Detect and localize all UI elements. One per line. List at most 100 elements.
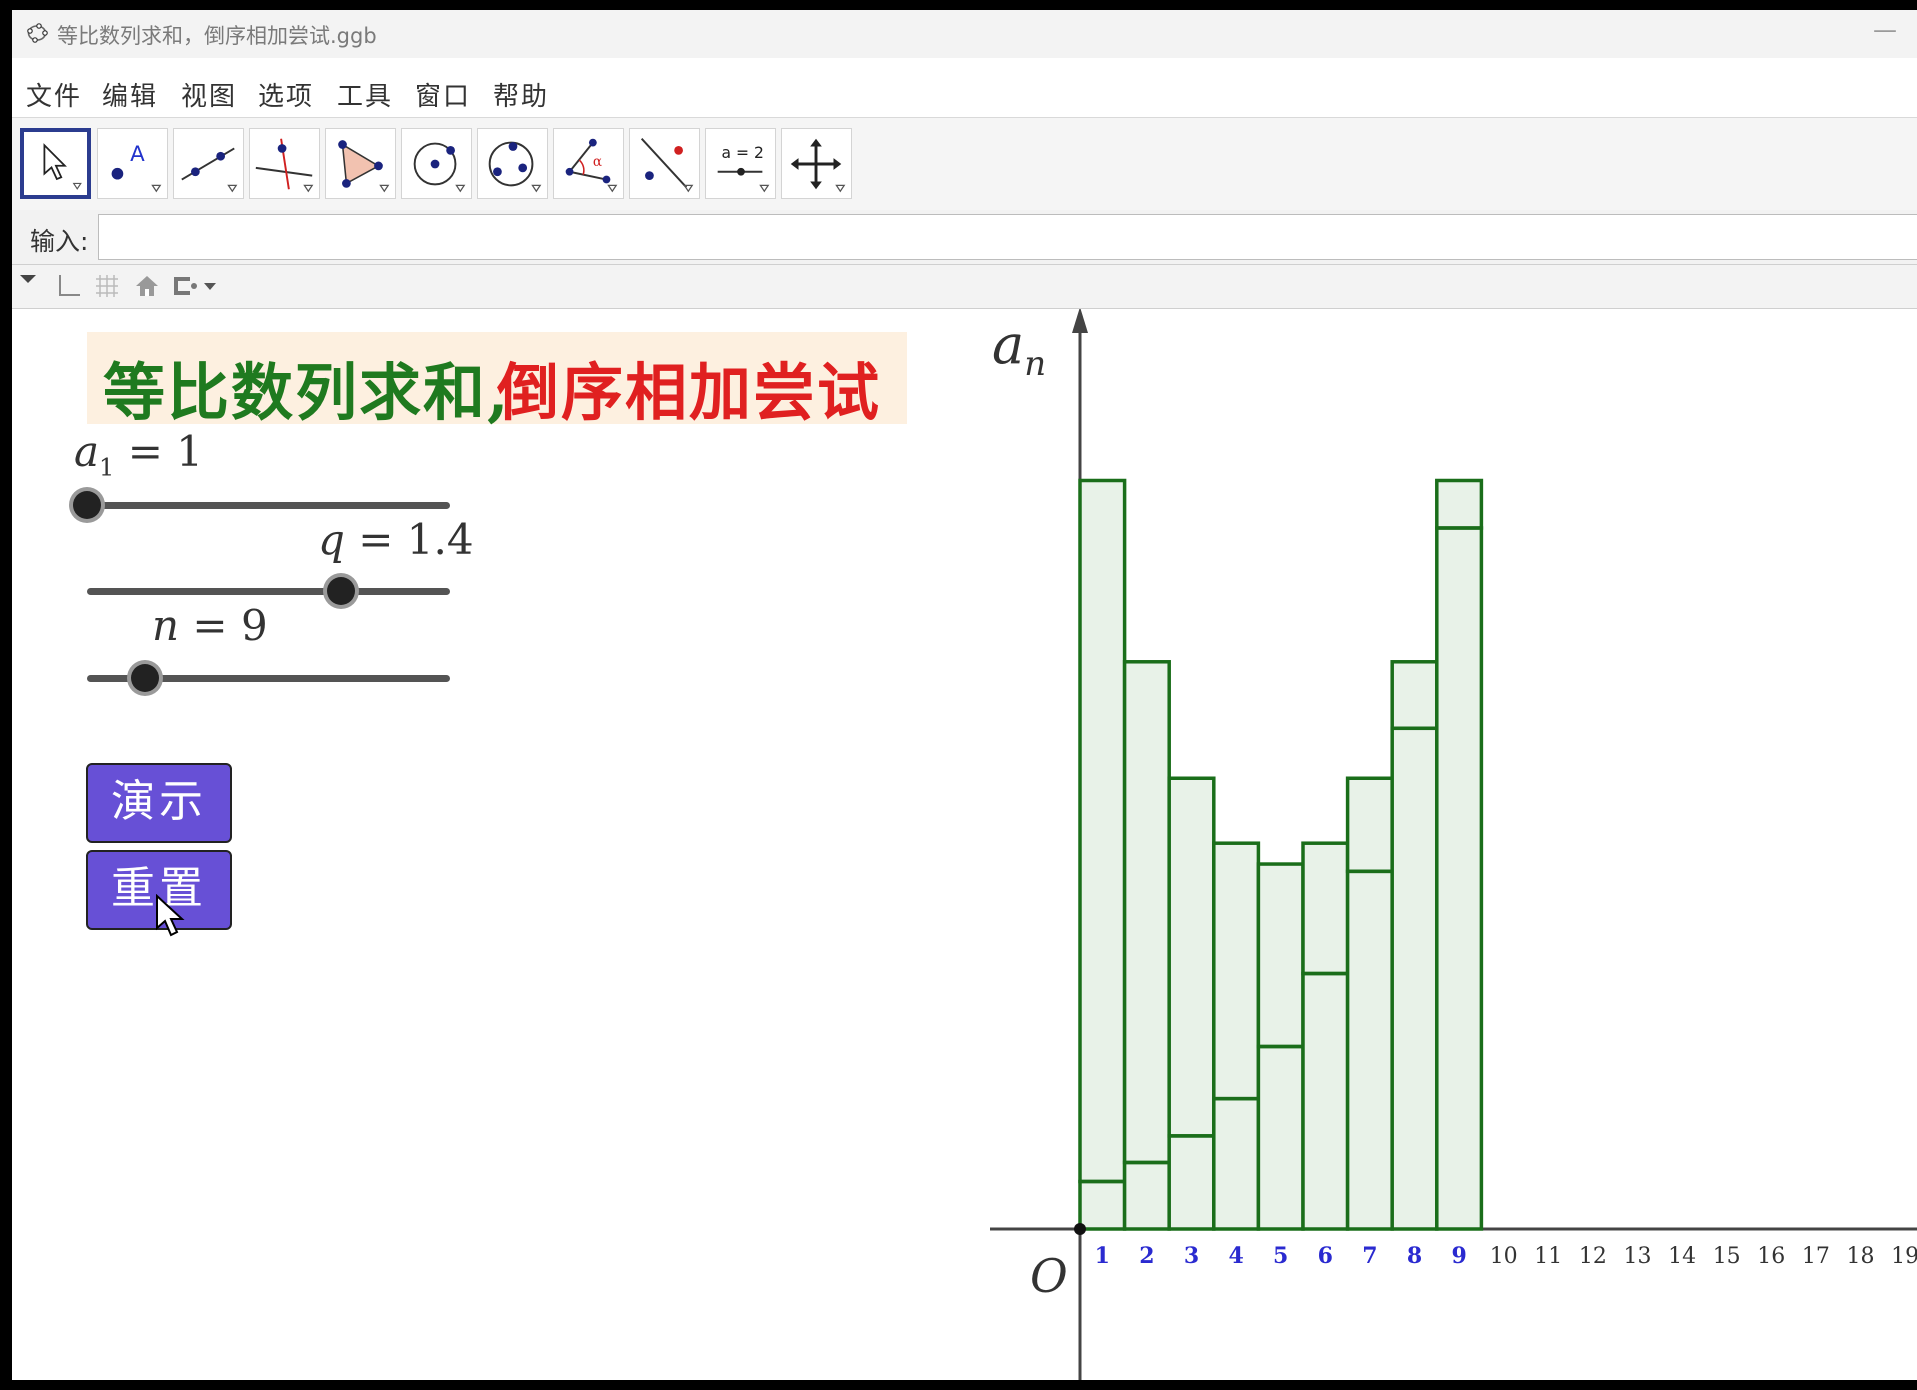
bar-forward [1256,1044,1305,1231]
bar-forward [1167,1134,1216,1231]
x-tick-label: 1 [1095,1243,1110,1269]
conic-icon [488,141,542,193]
x-tick-label: 19 [1891,1244,1917,1269]
menu-options[interactable]: 选项 [258,76,314,113]
bar-reverse [1078,478,1127,1184]
grid-toggle-icon[interactable] [92,271,122,301]
x-tick-label: 7 [1362,1243,1377,1269]
point-capture-icon[interactable] [170,273,226,299]
x-tick-label: 5 [1273,1243,1288,1269]
demo-button[interactable]: 演示 [86,763,232,843]
column-fill [1080,480,1125,1229]
axes-toggle-icon[interactable] [52,271,82,301]
column-fill [1258,864,1303,1229]
menu-window[interactable]: 窗口 [415,76,471,113]
arrow-cursor-icon [43,143,82,190]
bar-forward [1078,1179,1127,1231]
bar-forward [1345,869,1394,1231]
bar-reverse [1301,841,1350,976]
app-window: 等比数列求和，倒序相加尝试.ggb — 文件 编辑 视图 选项 工具 窗口 帮助… [12,10,1917,1380]
column-fill [1169,778,1214,1229]
slider-tool-label: a = 2 [722,144,764,162]
title-bar: 等比数列求和，倒序相加尝试.ggb — [12,10,1917,58]
column-fill [1303,843,1348,1229]
perpendicular-tool[interactable] [249,128,320,199]
bar-reverse [1122,660,1171,1165]
geogebra-icon [27,23,48,43]
menu-file[interactable]: 文件 [26,76,82,113]
banner-title-part1: 等比数列求和, [103,356,511,429]
move-arrows-icon [790,138,846,193]
bar-forward [1212,1096,1261,1231]
chart-area: 1 2 3 4 5 6 7 8 9 10 11 12 13 14 15 16 17 18 19 [990,309,1917,1380]
home-icon[interactable] [132,271,162,301]
x-tick-label: 6 [1318,1243,1333,1269]
line-tool[interactable] [173,128,244,199]
polygon-tool[interactable] [325,128,396,199]
x-tick-label: 10 [1490,1244,1518,1269]
bar-forward [1301,971,1350,1231]
x-tick-label: 12 [1579,1244,1607,1269]
menu-bar: 文件 编辑 视图 选项 工具 窗口 帮助 [12,58,1917,116]
slider-a1-knob[interactable] [73,491,101,519]
column-fill [1124,661,1170,1229]
column-fill [1436,480,1482,1229]
window-title: 等比数列求和，倒序相加尝试.ggb [57,24,377,48]
move-graphics-tool[interactable] [781,128,852,199]
conic-tool[interactable] [477,128,548,199]
bar-reverse [1435,478,1484,530]
slider-icon: a = 2 [717,144,770,193]
x-tick-label: 9 [1451,1243,1466,1269]
svg-text:A: A [130,142,145,167]
x-tick-label: 17 [1802,1244,1830,1269]
x-tick-label: 15 [1713,1244,1741,1269]
input-label: 输入: [30,227,89,256]
input-bar: 输入: [12,210,1917,265]
point-tool[interactable]: A [97,128,168,199]
circle-tool[interactable] [401,128,472,199]
x-tick-label: 16 [1757,1244,1785,1269]
x-tick-label: 14 [1668,1244,1696,1269]
x-tick-label: 2 [1139,1243,1154,1269]
slider-a1-track[interactable] [87,502,450,509]
menu-tools[interactable]: 工具 [337,76,393,113]
x-tick-label: 3 [1184,1243,1199,1269]
reflect-icon [640,138,694,193]
y-axis-arrow [1072,309,1088,333]
slider-q-track[interactable] [87,588,450,595]
column-fill [1213,843,1259,1229]
menu-edit[interactable]: 编辑 [102,76,158,113]
y-axis-label: an [992,313,1047,384]
minimize-button[interactable]: — [1873,18,1897,44]
angle-tool[interactable]: α [553,128,624,199]
bar-reverse [1390,660,1439,731]
origin-label: O [1030,1249,1068,1303]
column-fill [1347,778,1393,1229]
slider-q-knob[interactable] [327,577,356,605]
bar-reverse [1212,841,1261,1101]
banner-title-part2: 倒序相加尝试 [497,356,882,429]
graphics-view[interactable]: 等比数列求和, 倒序相加尝试 a1 = 1 q = 1.4 n = 9 演示 重… [12,309,1917,1380]
bar-reverse [1256,862,1305,1049]
menu-view[interactable]: 视图 [181,76,237,113]
collapse-triangle-icon[interactable] [18,273,38,287]
bar-forward [1122,1160,1171,1231]
bar-reverse [1345,776,1394,874]
perpendicular-line-icon [255,138,314,193]
move-tool[interactable] [20,128,91,199]
point-icon: A [111,142,162,193]
slider-tool[interactable]: a = 2 [705,128,776,199]
x-tick-label: 13 [1624,1244,1652,1269]
polygon-icon [338,140,390,193]
mouse-cursor-icon [156,894,185,937]
bar-forward [1390,726,1439,1231]
slider-q-label: q = 1.4 [318,515,474,564]
slider-n-knob[interactable] [131,664,160,692]
menu-help[interactable]: 帮助 [493,76,549,113]
bar-reverse [1167,776,1216,1138]
reflect-tool[interactable] [629,128,700,199]
column-fill [1392,661,1437,1229]
origin-point [1074,1223,1086,1235]
input-field[interactable] [98,214,1917,260]
bar-forward [1435,526,1484,1231]
